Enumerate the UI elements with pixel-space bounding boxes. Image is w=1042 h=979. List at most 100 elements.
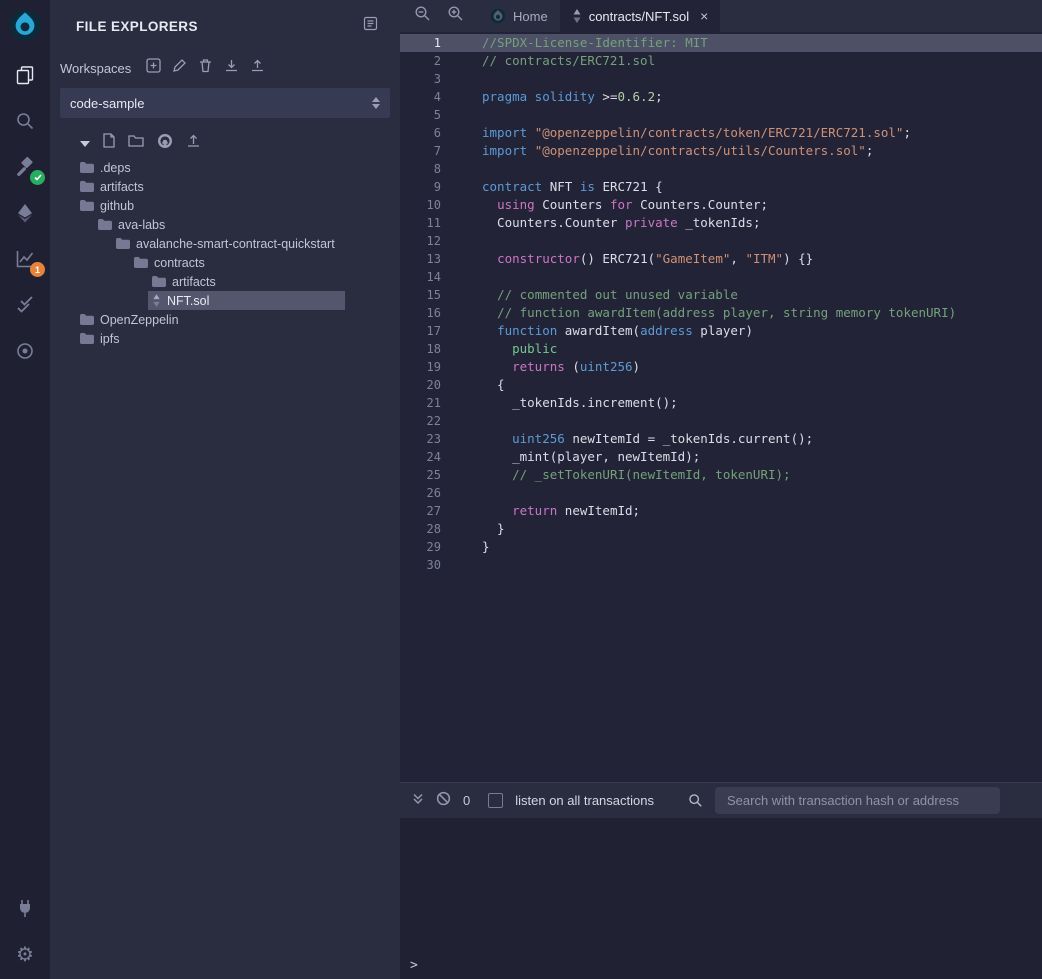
code-editor[interactable]: 1//SPDX-License-Identifier: MIT2// contr… — [400, 32, 1042, 782]
transaction-search-input[interactable] — [715, 787, 1000, 814]
tree-item-folder[interactable]: avalanche-smart-contract-quickstart — [50, 234, 400, 253]
code-line[interactable]: 26 — [400, 484, 1042, 502]
tree-item-folder[interactable]: ava-labs — [50, 215, 400, 234]
code-line[interactable]: 18 public — [400, 340, 1042, 358]
tree-item-folder[interactable]: artifacts — [50, 177, 400, 196]
new-folder-icon[interactable] — [128, 134, 144, 152]
plugin-manager-icon[interactable] — [8, 893, 42, 923]
tree-item-label: ipfs — [100, 332, 119, 346]
terminal-search-icon — [688, 793, 703, 808]
settings-gear-icon[interactable]: ⚙ — [8, 939, 42, 969]
code-text: public — [482, 340, 557, 358]
file-explorer-icon[interactable] — [8, 60, 42, 90]
code-line[interactable]: 14 — [400, 268, 1042, 286]
tree-item-label: .deps — [100, 161, 131, 175]
zoom-out-icon[interactable] — [414, 5, 431, 27]
delete-workspace-icon[interactable] — [198, 58, 213, 78]
code-line[interactable]: 20 { — [400, 376, 1042, 394]
new-file-icon[interactable] — [103, 133, 115, 153]
code-line[interactable]: 6import "@openzeppelin/contracts/token/E… — [400, 124, 1042, 142]
code-text: constructor() ERC721("GameItem", "ITM") … — [482, 250, 813, 268]
publish-to-gist-icon[interactable] — [186, 133, 201, 153]
code-line[interactable]: 30 — [400, 556, 1042, 574]
code-line[interactable]: 29} — [400, 538, 1042, 556]
folder-icon — [80, 181, 94, 192]
workspace-select[interactable]: code-sample — [60, 88, 390, 118]
code-line[interactable]: 21 _tokenIds.increment(); — [400, 394, 1042, 412]
line-number: 20 — [400, 376, 455, 394]
editor-lines: 1//SPDX-License-Identifier: MIT2// contr… — [400, 34, 1042, 574]
line-number: 16 — [400, 304, 455, 322]
panel-menu-icon[interactable] — [363, 16, 378, 36]
code-text: // _setTokenURI(newItemId, tokenURI); — [482, 466, 791, 484]
line-number: 24 — [400, 448, 455, 466]
close-tab-icon[interactable]: × — [700, 8, 708, 24]
tab-home[interactable]: Home — [478, 0, 560, 32]
line-number: 17 — [400, 322, 455, 340]
clear-console-icon[interactable] — [436, 791, 451, 811]
github-clone-icon[interactable] — [157, 133, 173, 154]
line-number: 4 — [400, 88, 455, 106]
code-line[interactable]: 11 Counters.Counter private _tokenIds; — [400, 214, 1042, 232]
line-number: 6 — [400, 124, 455, 142]
expand-terminal-icon[interactable] — [412, 792, 424, 810]
terminal-log[interactable]: > — [400, 818, 1042, 979]
code-line[interactable]: 7import "@openzeppelin/contracts/utils/C… — [400, 142, 1042, 160]
select-carets-icon — [372, 97, 380, 109]
folder-icon — [116, 238, 130, 249]
remix-logo[interactable] — [8, 6, 42, 44]
code-line[interactable]: 3 — [400, 70, 1042, 88]
listen-transactions-checkbox[interactable] — [488, 793, 503, 808]
rename-workspace-icon[interactable] — [172, 58, 187, 78]
line-number: 29 — [400, 538, 455, 556]
code-line[interactable]: 15 // commented out unused variable — [400, 286, 1042, 304]
double-check-icon — [15, 296, 35, 314]
code-line[interactable]: 27 return newItemId; — [400, 502, 1042, 520]
code-line[interactable]: 16 // function awardItem(address player,… — [400, 304, 1042, 322]
code-line[interactable]: 22 — [400, 412, 1042, 430]
search-icon[interactable] — [8, 106, 42, 136]
tree-item-folder[interactable]: github — [50, 196, 400, 215]
deploy-and-run-icon[interactable] — [8, 198, 42, 228]
collapse-caret-icon[interactable] — [80, 134, 90, 152]
static-analysis-icon[interactable]: 1 — [8, 244, 42, 274]
line-number: 14 — [400, 268, 455, 286]
tree-item-folder[interactable]: artifacts — [50, 272, 400, 291]
code-line[interactable]: 4 pragma solidity >=0.6.2; — [400, 88, 1042, 106]
tree-item-label: avalanche-smart-contract-quickstart — [136, 237, 335, 251]
tree-item-folder[interactable]: contracts — [50, 253, 400, 272]
code-line[interactable]: 23 uint256 newItemId = _tokenIds.current… — [400, 430, 1042, 448]
code-text: contract NFT is ERC721 { — [482, 178, 663, 196]
zoom-in-icon[interactable] — [447, 5, 464, 27]
tree-item-label: artifacts — [172, 275, 216, 289]
code-line[interactable]: 9contract NFT is ERC721 { — [400, 178, 1042, 196]
tab-nft-sol[interactable]: contracts/NFT.sol × — [560, 0, 721, 32]
code-line[interactable]: 5 — [400, 106, 1042, 124]
code-line[interactable]: 19 returns (uint256) — [400, 358, 1042, 376]
tree-item-folder[interactable]: ipfs — [50, 329, 400, 348]
code-line[interactable]: 8 — [400, 160, 1042, 178]
code-line[interactable]: 28 } — [400, 520, 1042, 538]
folder-icon — [80, 162, 94, 173]
code-line[interactable]: 24 _mint(player, newItemId); — [400, 448, 1042, 466]
debugger-icon[interactable] — [8, 336, 42, 366]
upload-workspace-icon[interactable] — [250, 58, 265, 78]
solidity-compiler-icon[interactable] — [8, 152, 42, 182]
tree-item-folder[interactable]: .deps — [50, 158, 400, 177]
unit-testing-icon[interactable] — [8, 290, 42, 320]
download-workspace-icon[interactable] — [224, 58, 239, 78]
remix-logo-icon — [8, 6, 42, 44]
code-line[interactable]: 13 constructor() ERC721("GameItem", "ITM… — [400, 250, 1042, 268]
tree-item-file[interactable]: NFT.sol — [50, 291, 400, 310]
code-line[interactable]: 10 using Counters for Counters.Counter; — [400, 196, 1042, 214]
code-text: pragma solidity >=0.6.2; — [482, 88, 663, 106]
tree-item-folder[interactable]: OpenZeppelin — [50, 310, 400, 329]
code-line[interactable]: 12 — [400, 232, 1042, 250]
code-line[interactable]: 1//SPDX-License-Identifier: MIT — [400, 34, 1042, 52]
code-line[interactable]: 17 function awardItem(address player) — [400, 322, 1042, 340]
folder-icon — [80, 200, 94, 211]
code-line[interactable]: 25 // _setTokenURI(newItemId, tokenURI); — [400, 466, 1042, 484]
create-workspace-icon[interactable] — [146, 58, 161, 78]
panel-title: FILE EXPLORERS — [76, 19, 198, 34]
code-line[interactable]: 2// contracts/ERC721.sol — [400, 52, 1042, 70]
